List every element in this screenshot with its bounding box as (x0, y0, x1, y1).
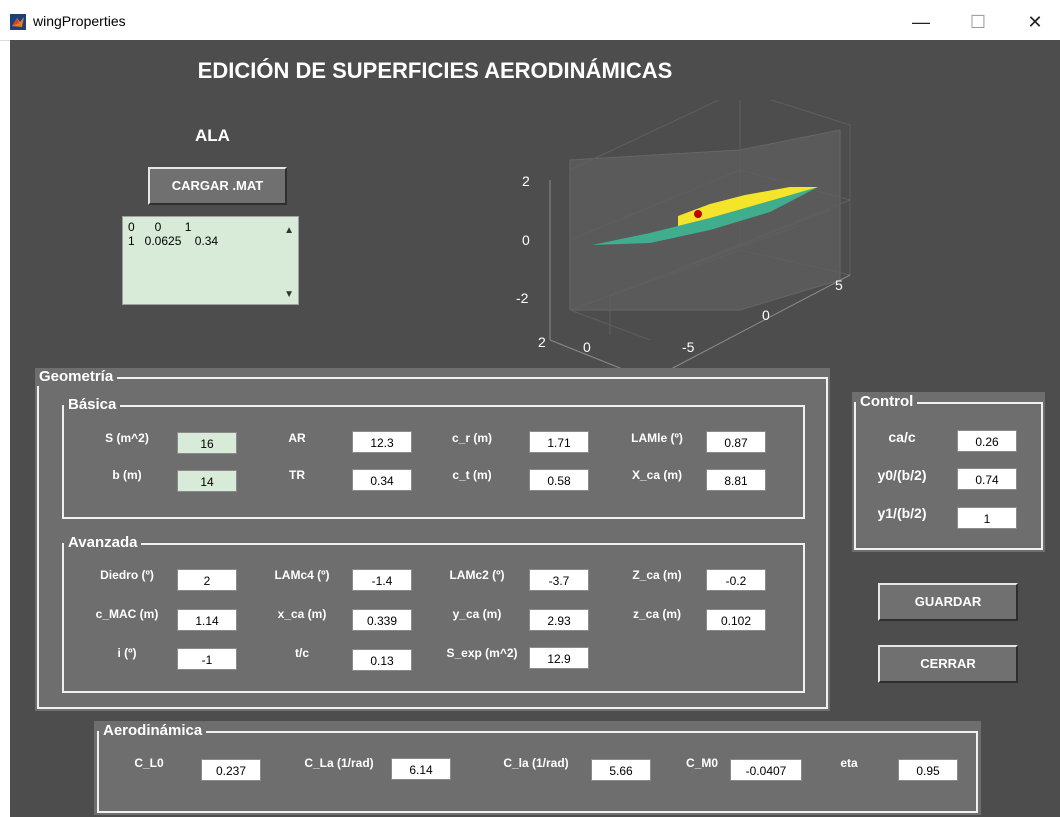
z-tick: 0 (522, 232, 530, 248)
c_t-field[interactable]: 0.58 (529, 469, 589, 491)
window-titlebar: wingProperties — ☐ ✕ (0, 0, 1060, 41)
y0-field[interactable]: 0.74 (957, 468, 1017, 490)
x_ca-field[interactable]: 0.339 (352, 609, 412, 631)
diedro-field[interactable]: 2 (177, 569, 237, 591)
maximize-button[interactable]: ☐ (955, 7, 1001, 37)
advanced-title: Avanzada (64, 534, 142, 552)
z-tick: -2 (516, 290, 529, 306)
basic-title: Básica (64, 396, 121, 414)
S-field: 16 (177, 432, 237, 454)
aerodynamics-title: Aerodinámica (99, 722, 207, 740)
CLa-field[interactable]: 6.14 (391, 758, 451, 780)
cac-field[interactable]: 0.26 (957, 430, 1017, 452)
load-mat-button[interactable]: CARGAR .MAT (148, 167, 287, 205)
list-item[interactable]: 1 0.0625 0.34 (128, 234, 218, 248)
Cla-label: C_la (1/rad) (503, 756, 569, 770)
X_ca-label: X_ca (m) (631, 468, 683, 482)
LAMc4-label: LAMc4 (º) (274, 568, 330, 582)
i-label: i (º) (117, 646, 137, 660)
LAMle-label: LAMle (º) (631, 431, 683, 445)
AR-field[interactable]: 12.3 (352, 431, 412, 453)
y-tick: 0 (762, 307, 770, 323)
c_MAC-field[interactable]: 1.14 (177, 609, 237, 631)
CLa-label: C_La (1/rad) (304, 756, 374, 770)
window-title: wingProperties (33, 13, 126, 29)
control-title: Control (856, 393, 918, 411)
x-tick: 2 (538, 334, 546, 350)
c_r-field[interactable]: 1.71 (529, 431, 589, 453)
LAMc2-field[interactable]: -3.7 (529, 569, 589, 591)
x-tick: 0 (583, 339, 591, 355)
tc-field[interactable]: 0.13 (352, 649, 412, 671)
y0-label: y0/(b/2) (877, 467, 927, 483)
S_exp-label: S_exp (m^2) (446, 646, 518, 660)
wing-3d-plot[interactable]: 2 0 -2 2 0 5 0 -5 (480, 100, 870, 390)
X_ca-field[interactable]: 8.81 (706, 469, 766, 491)
z_ca-label: z_ca (m) (632, 607, 682, 621)
c_MAC-label: c_MAC (m) (95, 607, 159, 621)
control-panel: Control ca/c 0.26 y0/(b/2) 0.74 y1/(b/2)… (852, 392, 1045, 552)
figure-area: EDICIÓN DE SUPERFICIES AERODINÁMICAS ALA… (10, 40, 1060, 817)
CM0-label: C_M0 (685, 756, 718, 770)
aerodynamic-center-marker (694, 210, 702, 218)
minimize-button[interactable]: — (898, 7, 944, 37)
close-window-button[interactable]: ✕ (1012, 7, 1058, 37)
b-field: 14 (177, 470, 237, 492)
coordinates-listbox[interactable]: 0 0 1 1 0.0625 0.34 ▲ ▼ (122, 216, 299, 305)
geometry-panel: Geometría Básica S (m^2) 16 AR 12.3 c_r … (35, 368, 830, 711)
eta-label: eta (840, 756, 858, 770)
z-tick: 2 (522, 173, 530, 189)
CL0-label: C_L0 (134, 756, 164, 770)
diedro-label: Diedro (º) (100, 568, 154, 582)
c_r-label: c_r (m) (451, 431, 492, 445)
close-button[interactable]: CERRAR (878, 645, 1018, 683)
y-tick: -5 (682, 339, 695, 355)
AR-label: AR (288, 431, 306, 445)
tc-label: t/c (294, 646, 309, 660)
y_ca-field[interactable]: 2.93 (529, 609, 589, 631)
wing-label: ALA (195, 126, 230, 145)
CM0-field[interactable]: -0.0407 (730, 759, 802, 781)
Z_ca-field[interactable]: -0.2 (706, 569, 766, 591)
y1-label: y1/(b/2) (877, 505, 927, 521)
z_ca-field[interactable]: 0.102 (706, 609, 766, 631)
y_ca-label: y_ca (m) (452, 607, 502, 621)
save-button[interactable]: GUARDAR (878, 583, 1018, 621)
matlab-icon (10, 14, 26, 30)
x_ca-label: x_ca (m) (277, 607, 327, 621)
i-field[interactable]: -1 (177, 648, 237, 670)
TR-label: TR (289, 468, 305, 482)
geometry-title: Geometría (35, 368, 118, 386)
TR-field[interactable]: 0.34 (352, 469, 412, 491)
aerodynamics-panel: Aerodinámica C_L0 0.237 C_La (1/rad) 6.1… (94, 721, 981, 815)
basic-frame (62, 405, 805, 519)
eta-field[interactable]: 0.95 (898, 759, 958, 781)
LAMc4-field[interactable]: -1.4 (352, 569, 412, 591)
Z_ca-label: Z_ca (m) (632, 568, 682, 582)
y-tick: 5 (835, 277, 843, 293)
LAMle-field[interactable]: 0.87 (706, 431, 766, 453)
scroll-up-icon[interactable]: ▲ (284, 225, 294, 236)
y1-field[interactable]: 1 (957, 507, 1017, 529)
c_t-label: c_t (m) (452, 468, 492, 482)
CL0-field[interactable]: 0.237 (201, 759, 261, 781)
S_exp-field[interactable]: 12.9 (529, 647, 589, 669)
LAMc2-label: LAMc2 (º) (449, 568, 505, 582)
cac-label: ca/c (888, 429, 916, 445)
list-item[interactable]: 0 0 1 (128, 220, 191, 234)
scroll-down-icon[interactable]: ▼ (284, 289, 294, 300)
main-title: EDICIÓN DE SUPERFICIES AERODINÁMICAS (197, 58, 673, 83)
S-label: S (m^2) (105, 431, 149, 445)
Cla-field[interactable]: 5.66 (591, 759, 651, 781)
b-label: b (m) (112, 468, 142, 482)
